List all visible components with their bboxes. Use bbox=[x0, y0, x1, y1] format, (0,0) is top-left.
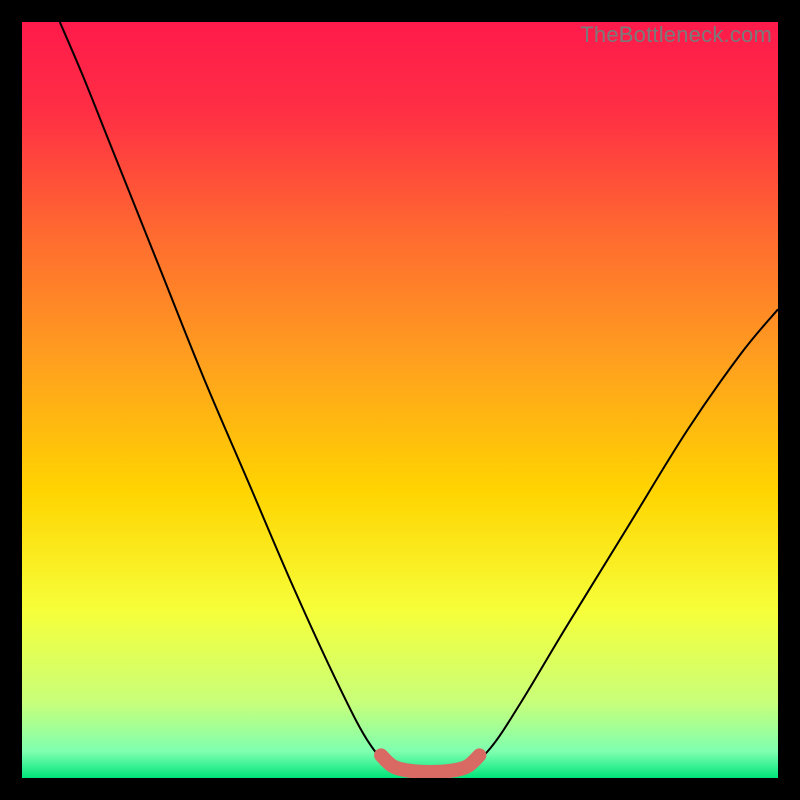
watermark-text: TheBottleneck.com bbox=[580, 22, 772, 48]
chart-frame: TheBottleneck.com bbox=[22, 22, 778, 778]
bottleneck-chart bbox=[22, 22, 778, 778]
gradient-background bbox=[22, 22, 778, 778]
